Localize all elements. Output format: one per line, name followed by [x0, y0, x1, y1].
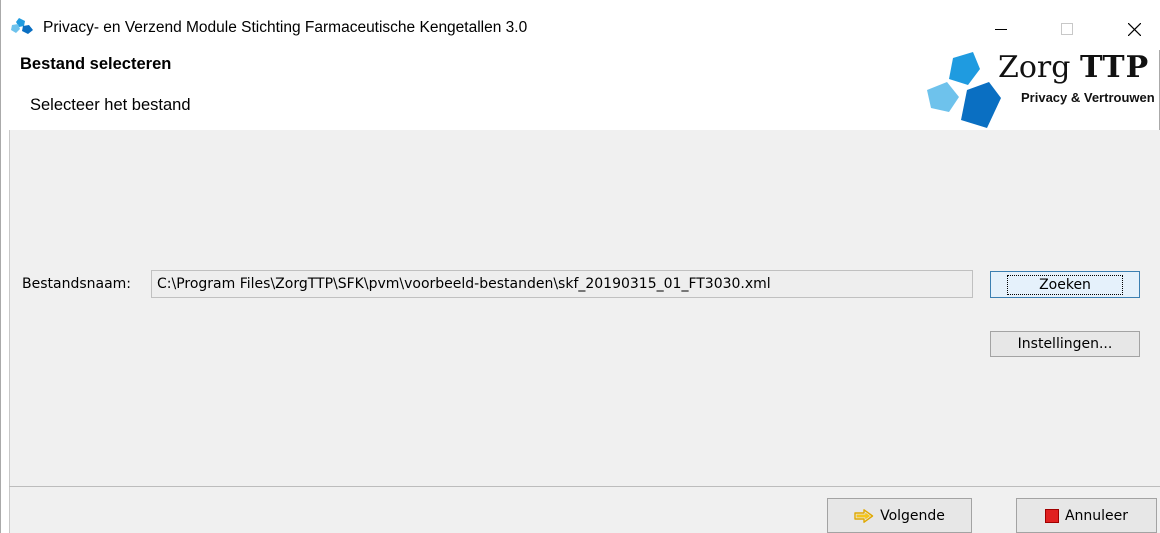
window-title: Privacy- en Verzend Module Stichting Far…: [43, 19, 528, 36]
settings-button[interactable]: Instellingen...: [990, 331, 1140, 357]
settings-button-label: Instellingen...: [1017, 336, 1113, 352]
arrow-right-icon: [854, 508, 874, 523]
maximize-icon: [1061, 23, 1073, 35]
next-button[interactable]: Volgende: [827, 498, 972, 533]
filename-field[interactable]: C:\Program Files\ZorgTTP\SFK\pvm\voorbee…: [151, 270, 973, 298]
app-icon: [11, 18, 33, 34]
search-button-label: Zoeken: [1007, 274, 1123, 295]
title-bar: Privacy- en Verzend Module Stichting Far…: [1, 0, 1160, 50]
minimize-button[interactable]: [978, 14, 1024, 44]
zorgttp-logo: Zorg TTP Privacy & Vertrouwen: [923, 52, 1160, 130]
filename-label: Bestandsnaam:: [22, 276, 132, 292]
cancel-button-label: Annuleer: [1064, 507, 1129, 524]
close-icon: [1127, 22, 1141, 36]
search-button[interactable]: Zoeken: [990, 271, 1140, 298]
content-panel: [9, 130, 1160, 486]
logo-mark-icon: [927, 52, 1001, 128]
page-subtitle: Selecteer het bestand: [30, 96, 191, 114]
logo-name: Zorg TTP: [998, 52, 1150, 85]
footer-bar: [9, 487, 1160, 533]
next-button-label: Volgende: [880, 507, 945, 524]
logo-tagline: Privacy & Vertrouwen: [1021, 90, 1155, 105]
page-title: Bestand selecteren: [20, 55, 172, 73]
maximize-button[interactable]: [1044, 14, 1090, 44]
stop-icon: [1044, 508, 1059, 523]
cancel-button[interactable]: Annuleer: [1016, 498, 1157, 533]
minimize-icon: [995, 29, 1007, 30]
close-button[interactable]: [1111, 14, 1157, 44]
app-window: Privacy- en Verzend Module Stichting Far…: [0, 0, 1160, 533]
